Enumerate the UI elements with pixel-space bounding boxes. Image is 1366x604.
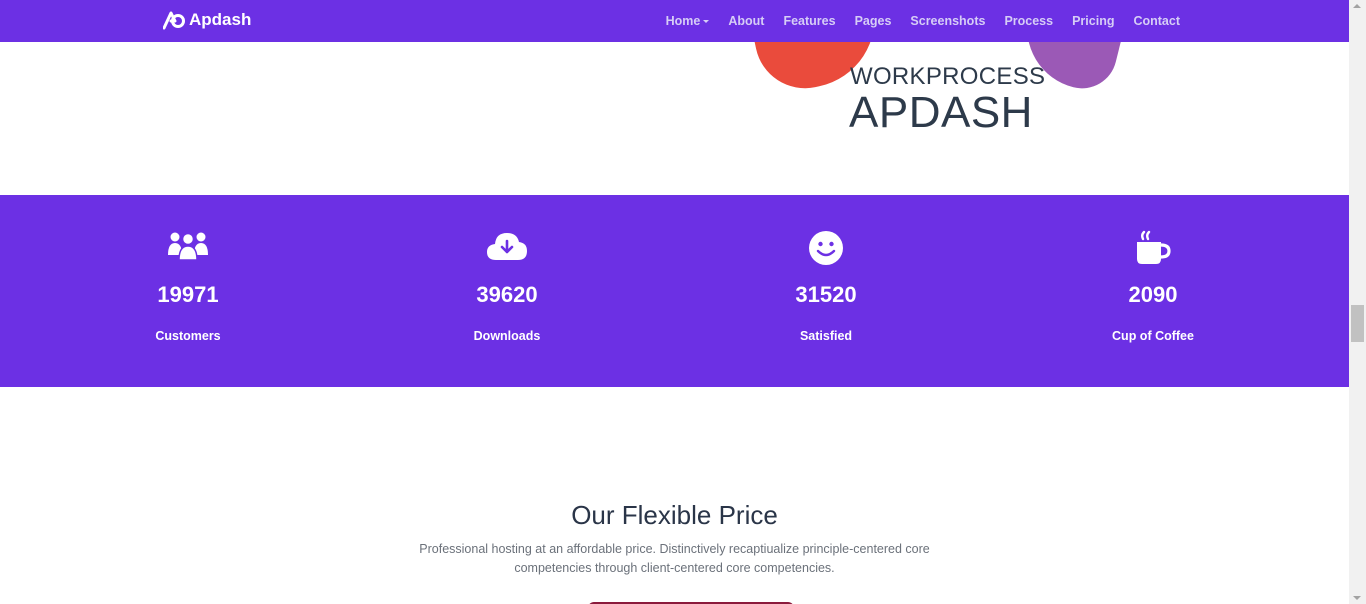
hero-small-text: WORKPROCESS bbox=[850, 63, 1046, 90]
nav-item-about[interactable]: About bbox=[728, 14, 764, 28]
counter-label: Downloads bbox=[473, 329, 541, 343]
cloud-download-icon bbox=[487, 233, 527, 260]
main-nav: Home About Features Pages Screenshots Pr… bbox=[647, 0, 1180, 42]
nav-item-home[interactable]: Home bbox=[666, 14, 710, 28]
nav-item-pages[interactable]: Pages bbox=[855, 14, 892, 28]
apdash-logo-icon bbox=[163, 11, 185, 30]
scroll-down-arrow-icon[interactable] bbox=[1353, 596, 1361, 600]
brand-logo[interactable]: Apdash bbox=[163, 8, 251, 32]
brand-name: Apdash bbox=[189, 10, 252, 29]
counter-label: Customers bbox=[155, 329, 221, 343]
users-icon bbox=[168, 232, 208, 261]
hero-big-text: APDASH bbox=[849, 88, 1033, 137]
counter-value: 31520 bbox=[795, 282, 857, 307]
counter-section: 19971 Customers 39620 Downloads 31520 Sa… bbox=[0, 195, 1349, 387]
counter-value: 19971 bbox=[157, 282, 219, 307]
caret-down-icon bbox=[703, 20, 710, 23]
coffee-cup-icon bbox=[1137, 230, 1171, 264]
nav-item-features[interactable]: Features bbox=[783, 14, 835, 28]
pricing-description: Professional hosting at an affordable pr… bbox=[419, 542, 930, 575]
smile-icon bbox=[809, 231, 843, 265]
navbar: Apdash Home About Features Pages Screens… bbox=[0, 0, 1349, 42]
scrollbar-thumb[interactable] bbox=[1351, 305, 1364, 342]
nav-item-process[interactable]: Process bbox=[1004, 14, 1053, 28]
nav-item-pricing[interactable]: Pricing bbox=[1072, 14, 1114, 28]
counter-value: 2090 bbox=[1128, 282, 1178, 307]
counter-label: Cup of Coffee bbox=[1112, 329, 1194, 343]
scroll-up-arrow-icon[interactable] bbox=[1353, 4, 1361, 8]
nav-item-contact[interactable]: Contact bbox=[1133, 14, 1180, 28]
page: WORKPROCESS APDASH Apdash Home About Fea… bbox=[0, 0, 1349, 604]
pricing-title: Our Flexible Price bbox=[571, 500, 778, 530]
counter-value: 39620 bbox=[476, 282, 538, 307]
counter-label: Satisfied bbox=[799, 329, 853, 343]
nav-item-screenshots[interactable]: Screenshots bbox=[910, 14, 985, 28]
nav-item-label: Home bbox=[665, 14, 701, 28]
vertical-scrollbar[interactable] bbox=[1349, 0, 1366, 604]
